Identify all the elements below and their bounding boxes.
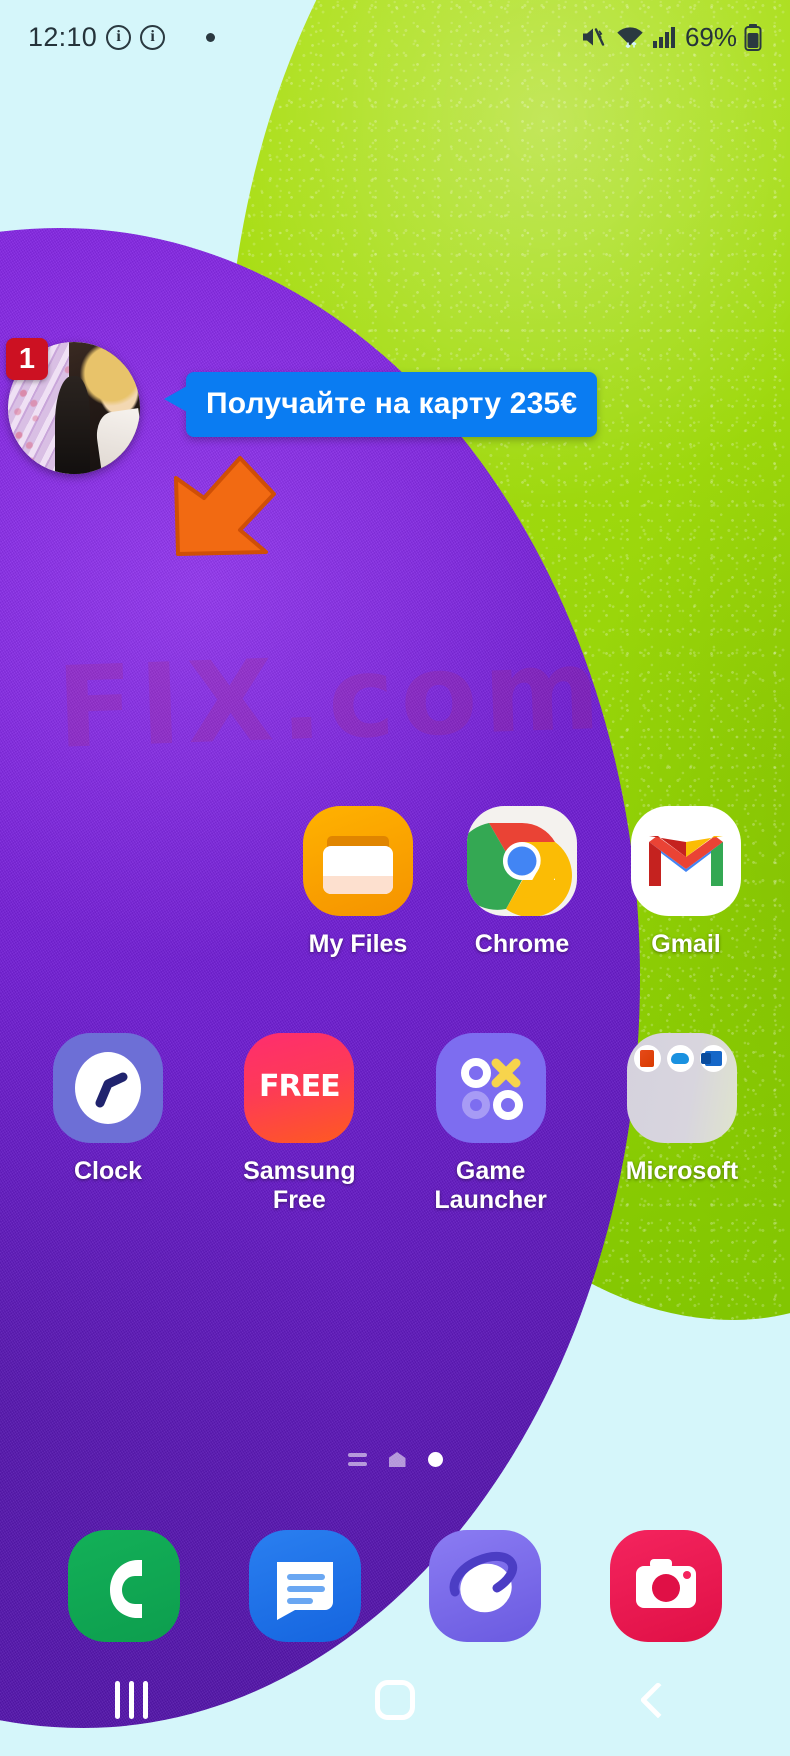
page-dot-active-icon[interactable] <box>427 1452 443 1467</box>
status-bar: 12:10 i i 69% <box>0 0 790 74</box>
status-time: 12:10 <box>28 21 98 52</box>
app-game-launcher[interactable]: Game Launcher <box>409 1033 573 1215</box>
recents-button[interactable] <box>0 1644 263 1756</box>
chat-head-bubble[interactable]: 1 <box>6 338 140 474</box>
phone-icon[interactable] <box>68 1530 181 1642</box>
app-label: Chrome <box>474 930 570 958</box>
recents-icon <box>115 1681 149 1719</box>
unread-badge: 1 <box>6 338 48 380</box>
avatar-highlight-region <box>93 407 140 474</box>
app-gmail[interactable]: Gmail <box>604 806 768 959</box>
app-grid: My Files Chrome Gmail Clock FREE Samsung… <box>0 806 790 1241</box>
dock <box>0 1530 790 1642</box>
home-icon <box>374 1680 415 1720</box>
app-clock[interactable]: Clock <box>26 1033 190 1215</box>
onedrive-icon <box>666 1045 694 1072</box>
app-my-files[interactable]: My Files <box>276 806 440 959</box>
info-circle-icon: i <box>106 24 132 50</box>
status-bar-left: 12:10 i i <box>28 21 216 53</box>
mute-vibrate-icon <box>582 28 605 46</box>
battery-percent-label: 69% <box>684 21 737 52</box>
microsoft-folder-icon[interactable] <box>626 1033 737 1143</box>
app-label: Gmail <box>651 930 721 958</box>
signal-bars-icon <box>652 27 675 48</box>
back-button[interactable] <box>527 1644 790 1756</box>
my-files-icon[interactable] <box>303 806 413 916</box>
info-circle-icon: i <box>140 24 166 50</box>
chat-preview-bubble[interactable]: Получайте на карту 235€ <box>164 372 598 437</box>
app-label: Microsoft <box>625 1157 739 1185</box>
internet-icon[interactable] <box>429 1530 542 1642</box>
navigation-bar <box>0 1644 790 1756</box>
app-label: My Files <box>308 930 408 958</box>
wifi-icon <box>617 27 643 49</box>
battery-icon <box>744 24 762 51</box>
app-label: Clock <box>73 1157 143 1185</box>
bubble-message-text: Получайте на карту 235€ <box>206 387 578 420</box>
orange-arrow-cursor-icon <box>170 452 300 562</box>
page-indicator[interactable] <box>0 1452 790 1467</box>
app-label: Samsung Free <box>243 1157 356 1214</box>
gmail-icon[interactable] <box>631 806 741 916</box>
camera-icon[interactable] <box>609 1530 722 1642</box>
clock-icon[interactable] <box>53 1033 163 1143</box>
samsung-free-icon[interactable]: FREE <box>244 1033 355 1143</box>
back-icon <box>639 1681 677 1719</box>
samsung-free-wordmark: FREE <box>259 1069 341 1104</box>
app-list-icon[interactable] <box>347 1453 367 1466</box>
bubble-tail-icon <box>164 386 187 412</box>
outlook-icon <box>699 1045 727 1072</box>
app-row: Clock FREE Samsung Free Game Launcher Mi… <box>0 1033 790 1215</box>
phone-screen: FIX.com 12:10 i i 69% 1 Получайте на кар… <box>0 0 790 1756</box>
chrome-icon[interactable] <box>467 806 577 916</box>
status-bar-right: 69% <box>580 22 762 53</box>
game-launcher-icon[interactable] <box>435 1033 546 1143</box>
app-microsoft-folder[interactable]: Microsoft <box>600 1033 764 1215</box>
office-icon <box>633 1045 661 1072</box>
app-label: Game Launcher <box>434 1157 547 1214</box>
app-chrome[interactable]: Chrome <box>440 806 604 959</box>
messages-icon[interactable] <box>248 1530 361 1642</box>
app-row: My Files Chrome Gmail <box>0 806 790 959</box>
app-samsung-free[interactable]: FREE Samsung Free <box>217 1033 381 1215</box>
home-button[interactable] <box>263 1644 526 1756</box>
notification-dot-icon <box>206 32 216 42</box>
home-page-icon[interactable] <box>388 1452 406 1467</box>
